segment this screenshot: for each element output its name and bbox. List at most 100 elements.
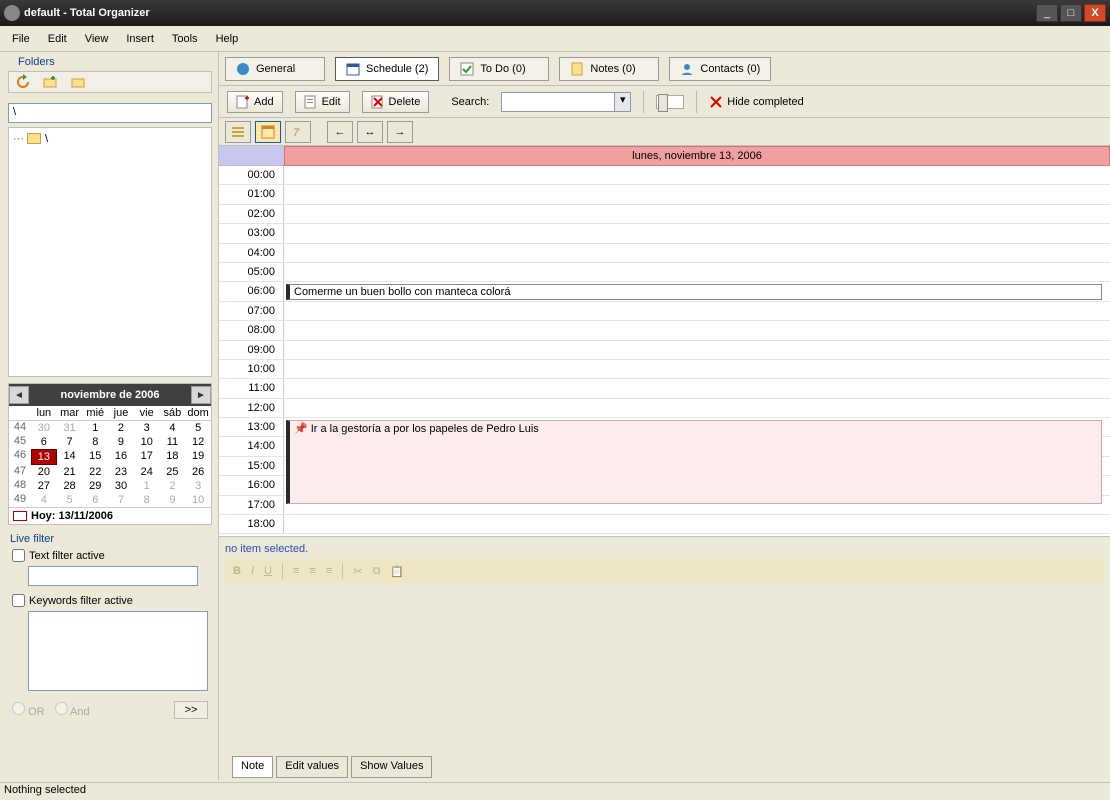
hour-slot[interactable] [284, 399, 1110, 417]
hour-slot[interactable] [284, 360, 1110, 378]
calendar-day[interactable]: 26 [185, 465, 211, 479]
calendar-day[interactable]: 3 [185, 479, 211, 493]
menu-view[interactable]: View [77, 30, 117, 48]
keywords-filter-box[interactable] [28, 611, 208, 691]
align-right-button[interactable]: ≡ [326, 565, 332, 577]
today-row[interactable]: Hoy: 13/11/2006 [9, 507, 211, 524]
view-list-button[interactable] [225, 121, 251, 143]
calendar-day[interactable]: 18 [160, 449, 186, 465]
or-radio[interactable] [12, 702, 25, 715]
hour-slot[interactable] [284, 224, 1110, 242]
calendar-day[interactable]: 13 [31, 449, 57, 465]
nav-prev-button[interactable]: ← [327, 121, 353, 143]
paste-button[interactable]: 📋 [390, 565, 404, 578]
hour-slot[interactable] [284, 515, 1110, 533]
calendar-day[interactable]: 21 [57, 465, 83, 479]
tab-edit-values[interactable]: Edit values [276, 756, 348, 778]
add-button[interactable]: Add [227, 91, 283, 113]
nav-next-button[interactable]: → [387, 121, 413, 143]
align-center-button[interactable]: ≡ [309, 565, 315, 577]
calendar-day[interactable]: 5 [185, 421, 211, 435]
tab-general[interactable]: General [225, 57, 325, 81]
hour-slot[interactable] [284, 302, 1110, 320]
bold-button[interactable]: B [233, 565, 241, 577]
calendar-day[interactable]: 7 [57, 435, 83, 449]
calendar-day[interactable]: 6 [31, 435, 57, 449]
calendar-day[interactable]: 7 [108, 493, 134, 507]
calendar-day[interactable]: 20 [31, 465, 57, 479]
tab-notes[interactable]: Notes (0) [559, 57, 659, 81]
calendar-day[interactable]: 24 [134, 465, 160, 479]
calendar-day[interactable]: 11 [160, 435, 186, 449]
calendar-day[interactable]: 2 [160, 479, 186, 493]
calendar-day[interactable]: 8 [134, 493, 160, 507]
tab-show-values[interactable]: Show Values [351, 756, 432, 778]
menu-tools[interactable]: Tools [164, 30, 206, 48]
calendar-day[interactable]: 10 [134, 435, 160, 449]
calendar-day[interactable]: 9 [108, 435, 134, 449]
text-filter-checkbox[interactable] [12, 549, 25, 562]
italic-button[interactable]: I [251, 565, 254, 577]
delete-button[interactable]: Delete [362, 91, 430, 113]
hour-slot[interactable] [284, 341, 1110, 359]
and-radio[interactable] [55, 702, 68, 715]
view-day-button[interactable] [255, 121, 281, 143]
close-button[interactable]: X [1084, 4, 1106, 22]
edit-button[interactable]: Edit [295, 91, 350, 113]
calendar-day[interactable]: 22 [82, 465, 108, 479]
tab-contacts[interactable]: Contacts (0) [669, 57, 771, 81]
calendar-day[interactable]: 14 [57, 449, 83, 465]
align-left-button[interactable]: ≡ [293, 565, 299, 577]
calendar-day[interactable]: 4 [160, 421, 186, 435]
menu-file[interactable]: File [4, 30, 38, 48]
calendar-day[interactable]: 29 [82, 479, 108, 493]
calendar-day[interactable]: 15 [82, 449, 108, 465]
hour-slot[interactable] [284, 244, 1110, 262]
calendar-day[interactable]: 31 [57, 421, 83, 435]
text-filter-input[interactable] [28, 566, 198, 586]
search-dropdown[interactable]: ▾ [501, 92, 631, 112]
calendar-day[interactable]: 12 [185, 435, 211, 449]
calendar-day[interactable]: 1 [134, 479, 160, 493]
nav-today-button[interactable]: ↔ [357, 121, 383, 143]
calendar-day[interactable]: 1 [82, 421, 108, 435]
hour-slot[interactable] [284, 263, 1110, 281]
calendar-day[interactable]: 2 [108, 421, 134, 435]
calendar-day[interactable]: 19 [185, 449, 211, 465]
new-folder-icon[interactable] [43, 74, 59, 90]
calendar-day[interactable]: 8 [82, 435, 108, 449]
calendar-day[interactable]: 10 [185, 493, 211, 507]
calendar-grid[interactable]: lunmarmiéjueviesábdom4430311234545678910… [9, 406, 211, 507]
cut-button[interactable]: ✂ [353, 565, 362, 578]
filter-go-button[interactable]: >> [174, 701, 208, 719]
menu-insert[interactable]: Insert [118, 30, 162, 48]
hour-slot[interactable] [284, 185, 1110, 203]
maximize-button[interactable]: □ [1060, 4, 1082, 22]
day-header[interactable]: lunes, noviembre 13, 2006 [284, 146, 1110, 166]
hour-slot[interactable] [284, 205, 1110, 223]
underline-button[interactable]: U [264, 565, 272, 577]
copy-button[interactable]: ⧉ [372, 565, 380, 578]
calendar-day[interactable]: 17 [134, 449, 160, 465]
calendar-day[interactable]: 6 [82, 493, 108, 507]
folder-options-icon[interactable] [71, 74, 87, 90]
cal-prev-button[interactable]: ◄ [9, 386, 29, 404]
hour-slot[interactable] [284, 379, 1110, 397]
refresh-icon[interactable] [15, 74, 31, 90]
tab-todo[interactable]: To Do (0) [449, 57, 549, 81]
zoom-slider[interactable] [656, 95, 684, 109]
calendar-day[interactable]: 23 [108, 465, 134, 479]
folder-path-input[interactable]: \ [8, 103, 212, 123]
hour-grid[interactable]: 00:0001:0002:0003:0004:0005:0006:0007:00… [219, 166, 1110, 536]
tree-root-node[interactable]: ⋯ \ [13, 132, 207, 145]
hour-slot[interactable] [284, 166, 1110, 184]
calendar-day[interactable]: 30 [108, 479, 134, 493]
tab-schedule[interactable]: Schedule (2) [335, 57, 439, 81]
hour-slot[interactable] [284, 321, 1110, 339]
cal-next-button[interactable]: ► [191, 386, 211, 404]
tab-note[interactable]: Note [232, 756, 273, 778]
schedule-event-0600[interactable]: Comerme un buen bollo con manteca colorá [286, 284, 1102, 300]
calendar-day[interactable]: 28 [57, 479, 83, 493]
calendar-day[interactable]: 30 [31, 421, 57, 435]
view-week-button[interactable]: 7 [285, 121, 311, 143]
